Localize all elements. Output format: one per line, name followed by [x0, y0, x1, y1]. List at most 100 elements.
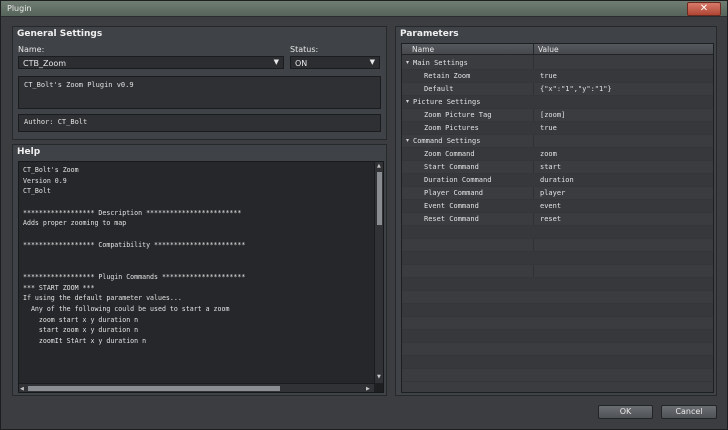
cancel-button-label: Cancel	[675, 407, 703, 416]
column-header-value[interactable]: Value	[538, 45, 559, 54]
scroll-left-icon[interactable]: ◀	[20, 386, 24, 392]
column-divider[interactable]	[533, 44, 534, 55]
cancel-button[interactable]: Cancel	[661, 405, 717, 419]
help-line	[23, 261, 379, 272]
help-line: CT_Bolt's Zoom	[23, 166, 79, 174]
param-row[interactable]: Reset Command reset	[402, 213, 713, 226]
general-settings-title: General Settings	[17, 29, 103, 39]
param-name: Reset Command	[424, 215, 479, 223]
help-line: *** START ZOOM ***	[23, 283, 95, 292]
param-group-row[interactable]: ▾ Command Settings	[402, 135, 713, 148]
status-label: Status:	[290, 45, 319, 54]
help-line: CT_Bolt	[23, 187, 51, 196]
param-value: true	[540, 72, 557, 80]
param-row[interactable]: Duration Command duration	[402, 174, 713, 187]
help-line: zoom start x y duration n	[23, 315, 139, 324]
param-name: Zoom Picture Tag	[424, 111, 492, 119]
param-name: Player Command	[424, 189, 484, 197]
empty-row	[402, 343, 713, 356]
param-value: zoom	[540, 150, 557, 158]
help-line	[23, 197, 379, 208]
close-icon: ✕	[699, 3, 709, 14]
empty-row	[402, 356, 713, 369]
window-title: Plugin	[7, 4, 32, 13]
empty-row	[402, 291, 713, 304]
param-name: Start Command	[424, 163, 479, 171]
help-horizontal-scroll-thumb[interactable]	[28, 386, 280, 391]
help-title: Help	[17, 147, 41, 157]
scroll-right-icon[interactable]: ▶	[366, 386, 370, 392]
parameters-grid[interactable]: Name Value ▾ Main Settings Retain Zoom t…	[401, 43, 714, 393]
param-name: Zoom Pictures	[424, 124, 479, 132]
param-group-row[interactable]: ▾ Main Settings	[402, 57, 713, 70]
param-row[interactable]: Player Command player	[402, 187, 713, 200]
help-line: ****************** Plugin Commands *****…	[23, 272, 246, 281]
param-name: Main Settings	[413, 59, 468, 67]
param-value: true	[540, 124, 557, 132]
status-select[interactable]: ON ▼	[290, 56, 380, 69]
empty-row	[402, 226, 713, 239]
general-settings-panel: General Settings Name: CTB_Zoom ▼ Status…	[12, 26, 387, 140]
parameters-grid-header: Name Value	[402, 44, 713, 55]
param-row[interactable]: Retain Zoom true	[402, 70, 713, 83]
help-panel: Help CT_Bolt's Zoom Version 0.9 CT_Bolt …	[12, 144, 387, 396]
name-label: Name:	[18, 45, 45, 54]
help-lines: CT_Bolt's Zoom Version 0.9 CT_Bolt *****…	[19, 162, 383, 350]
status-select-value: ON	[295, 59, 308, 68]
param-row[interactable]: Event Command event	[402, 200, 713, 213]
param-value: duration	[540, 176, 574, 184]
title-bar[interactable]: Plugin ✕	[1, 1, 727, 17]
collapse-icon[interactable]: ▾	[406, 59, 409, 66]
param-row[interactable]: Start Command start	[402, 161, 713, 174]
empty-row	[402, 369, 713, 382]
author-text: Author: CT_Bolt	[24, 118, 88, 126]
parameters-panel: Parameters Name Value ▾ Main Settings Re…	[395, 26, 717, 396]
scroll-down-icon[interactable]: ▼	[377, 374, 381, 380]
param-group-row[interactable]: ▾ Picture Settings	[402, 96, 713, 109]
help-vertical-scrollbar[interactable]: ▲ ▼	[374, 162, 383, 383]
scroll-up-icon[interactable]: ▲	[377, 163, 381, 169]
param-value: reset	[540, 215, 562, 223]
chevron-down-icon: ▼	[273, 58, 279, 66]
empty-row	[402, 304, 713, 317]
help-line: If using the default parameter values...	[23, 294, 182, 303]
empty-row	[402, 252, 713, 265]
param-value: {"x":"1","y":"1"}	[540, 85, 612, 93]
empty-row	[402, 330, 713, 343]
name-select[interactable]: CTB_Zoom ▼	[18, 56, 284, 69]
collapse-icon[interactable]: ▾	[406, 98, 409, 105]
param-value: start	[540, 163, 562, 171]
help-text-area[interactable]: CT_Bolt's Zoom Version 0.9 CT_Bolt *****…	[18, 161, 384, 393]
empty-row	[402, 278, 713, 291]
chevron-down-icon: ▼	[369, 58, 375, 66]
help-line: Any of the following could be used to st…	[23, 304, 230, 313]
parameters-title: Parameters	[400, 29, 459, 39]
help-line: Adds proper zooming to map	[23, 219, 127, 228]
help-line: ****************** Description *********…	[23, 208, 242, 217]
author-field[interactable]: Author: CT_Bolt	[18, 114, 381, 132]
param-name: Default	[424, 85, 454, 93]
param-row[interactable]: Zoom Pictures true	[402, 122, 713, 135]
empty-row	[402, 265, 713, 278]
param-name: Duration Command	[424, 176, 492, 184]
help-vertical-scroll-thumb[interactable]	[377, 172, 382, 225]
param-value: event	[540, 202, 562, 210]
help-line: Version 0.9	[23, 176, 67, 185]
param-name: Command Settings	[413, 137, 481, 145]
param-name: Zoom Command	[424, 150, 475, 158]
empty-row	[402, 317, 713, 330]
help-line: ****************** Compatibility *******…	[23, 240, 246, 249]
description-field[interactable]: CT_Bolt's Zoom Plugin v0.9	[18, 76, 381, 109]
param-row[interactable]: Default {"x":"1","y":"1"}	[402, 83, 713, 96]
column-header-name[interactable]: Name	[412, 45, 434, 54]
param-row[interactable]: Zoom Command zoom	[402, 148, 713, 161]
param-row[interactable]: Zoom Picture Tag [zoom]	[402, 109, 713, 122]
param-value: player	[540, 189, 566, 197]
help-horizontal-scrollbar[interactable]: ◀ ▶	[19, 383, 374, 392]
collapse-icon[interactable]: ▾	[406, 137, 409, 144]
ok-button[interactable]: OK	[598, 405, 653, 419]
description-text: CT_Bolt's Zoom Plugin v0.9	[24, 81, 134, 89]
empty-row	[402, 239, 713, 252]
close-button[interactable]: ✕	[687, 2, 721, 16]
param-value: [zoom]	[540, 111, 566, 119]
